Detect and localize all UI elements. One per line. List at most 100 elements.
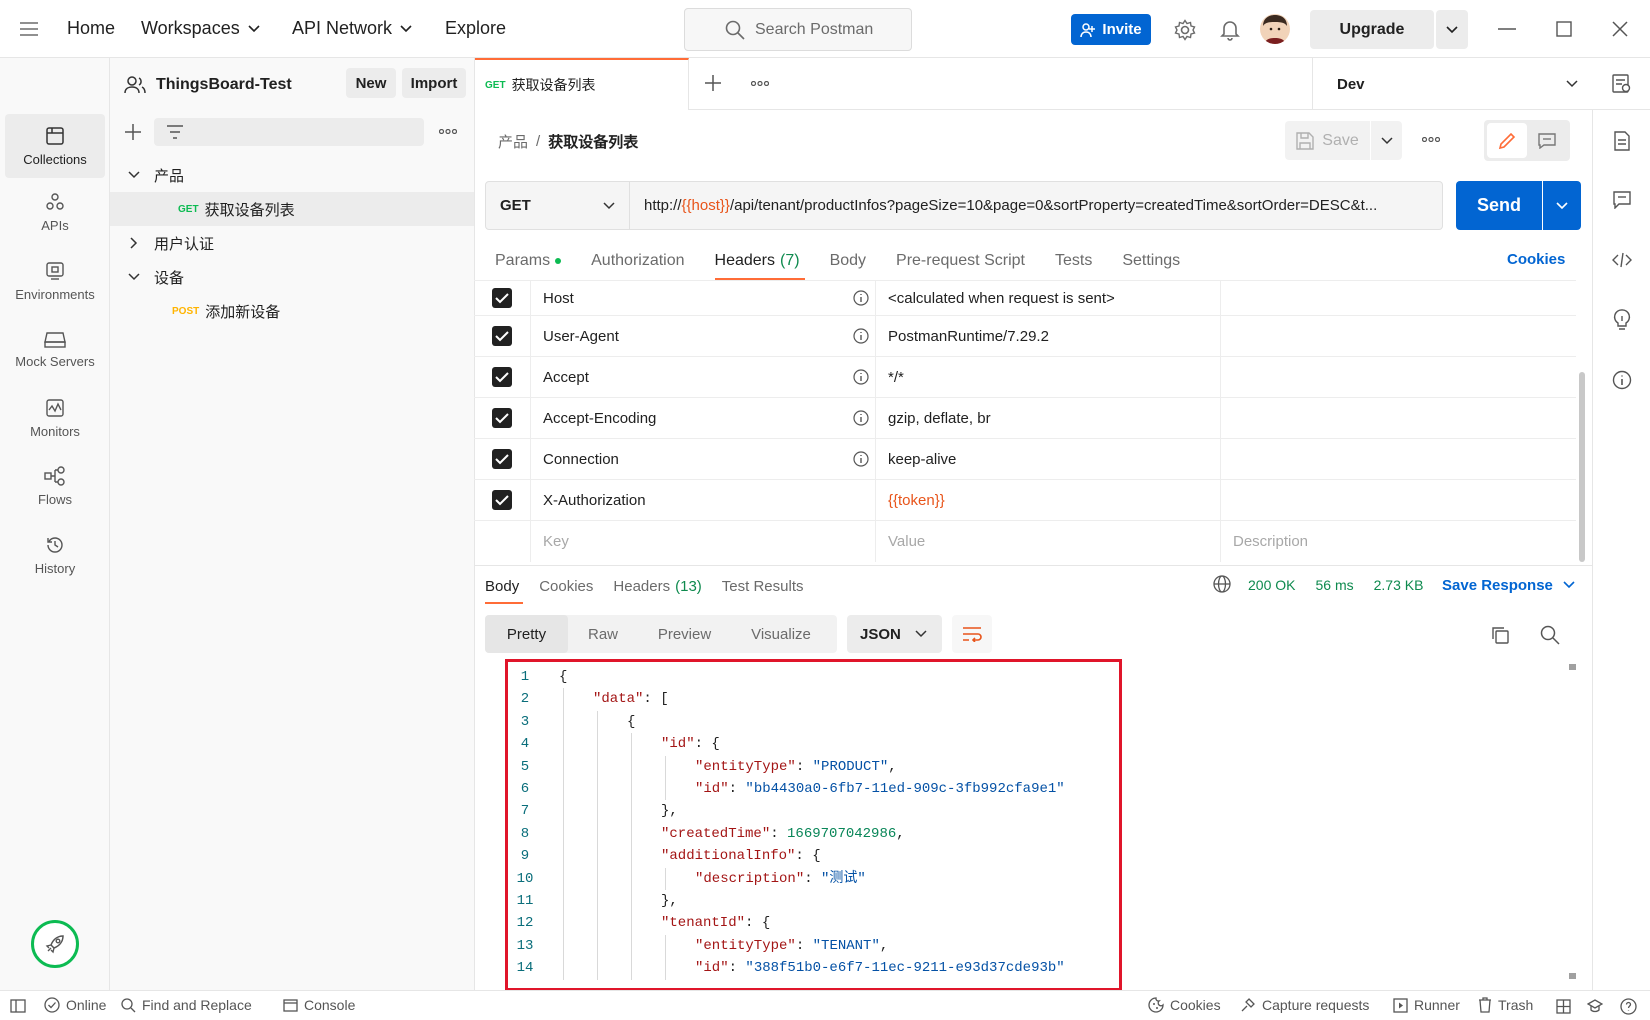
response-tab-headers[interactable]: Headers (13) [613, 578, 701, 595]
more-options-icon[interactable] [439, 129, 457, 134]
tree-folder-product[interactable]: 产品 [110, 158, 474, 192]
description-cell[interactable] [1220, 316, 1576, 356]
send-dropdown-button[interactable] [1543, 181, 1581, 230]
header-value[interactable]: gzip, deflate, br [888, 410, 991, 427]
header-value[interactable]: keep-alive [888, 451, 956, 468]
key-placeholder-cell[interactable]: Key [530, 521, 875, 562]
edit-mode-button[interactable] [1487, 123, 1527, 158]
header-value[interactable]: PostmanRuntime/7.29.2 [888, 328, 1049, 345]
checkbox[interactable] [492, 288, 512, 308]
description-cell[interactable] [1220, 281, 1576, 315]
value-placeholder-cell[interactable]: Value [875, 521, 1220, 562]
help-icon[interactable] [1620, 998, 1637, 1015]
header-key[interactable]: Host [543, 290, 574, 307]
close-window-icon[interactable] [1612, 21, 1628, 37]
new-button[interactable]: New [346, 68, 396, 98]
response-time[interactable]: 56 ms [1315, 577, 1353, 593]
comments-icon[interactable] [1613, 191, 1631, 209]
sidebar-item-history[interactable]: History [5, 523, 105, 587]
code-snippet-icon[interactable] [1612, 252, 1632, 268]
send-button[interactable]: Send [1456, 181, 1542, 230]
save-dropdown-button[interactable] [1371, 121, 1402, 160]
hamburger-menu-icon[interactable] [20, 22, 38, 36]
view-tab-raw[interactable]: Raw [568, 615, 638, 653]
url-input[interactable]: http:// {{host}} /api/tenant/productInfo… [630, 181, 1443, 230]
notifications-bell-icon[interactable] [1220, 19, 1240, 41]
header-value[interactable]: */* [888, 369, 904, 386]
trash-button[interactable]: Trash [1478, 997, 1533, 1013]
sidebar-item-monitors[interactable]: Monitors [5, 386, 105, 450]
request-tab-active[interactable]: GET 获取设备列表 [475, 58, 689, 110]
header-key[interactable]: Accept-Encoding [543, 410, 656, 427]
wrap-lines-button[interactable] [952, 615, 992, 653]
tab-tests[interactable]: Tests [1055, 252, 1092, 270]
checkbox[interactable] [492, 490, 512, 510]
sidebar-item-mock-servers[interactable]: Mock Servers [5, 317, 105, 381]
view-tab-visualize[interactable]: Visualize [731, 615, 831, 653]
avatar[interactable] [1260, 14, 1290, 44]
tree-request-add-device[interactable]: POST 添加新设备 [110, 294, 474, 328]
header-value-variable[interactable]: {{token}} [888, 492, 945, 509]
response-tab-cookies[interactable]: Cookies [539, 578, 593, 595]
import-button[interactable]: Import [402, 68, 466, 98]
sidebar-item-environments[interactable]: Environments [5, 249, 105, 313]
tree-folder-device[interactable]: 设备 [110, 260, 474, 294]
checkbox[interactable] [492, 367, 512, 387]
toggle-sidebar-icon[interactable] [10, 999, 26, 1013]
nav-workspaces[interactable]: Workspaces [141, 18, 260, 39]
format-selector[interactable]: JSON [847, 615, 942, 653]
environment-selector[interactable]: Dev [1312, 58, 1592, 110]
nav-explore[interactable]: Explore [445, 18, 506, 39]
sidebar-item-apis[interactable]: APIs [5, 180, 105, 244]
tree-folder-user-auth[interactable]: 用户认证 [110, 226, 474, 260]
tab-params[interactable]: Params [495, 252, 562, 270]
response-size[interactable]: 2.73 KB [1374, 577, 1424, 593]
search-input[interactable]: Search Postman [684, 8, 912, 51]
cookies-link[interactable]: Cookies [1507, 251, 1565, 268]
header-value[interactable]: <calculated when request is sent> [888, 290, 1115, 307]
nav-home[interactable]: Home [67, 18, 115, 39]
response-tab-test-results[interactable]: Test Results [722, 578, 804, 595]
lightbulb-icon[interactable] [1613, 309, 1631, 331]
description-cell[interactable] [1220, 480, 1576, 520]
status-code[interactable]: 200 OK [1248, 577, 1295, 593]
tab-more-icon[interactable] [751, 81, 769, 86]
view-tab-pretty[interactable]: Pretty [485, 615, 568, 653]
search-icon[interactable] [1540, 625, 1560, 645]
tab-pre-request-script[interactable]: Pre-request Script [896, 252, 1025, 270]
tab-settings[interactable]: Settings [1122, 252, 1180, 270]
copy-icon[interactable] [1490, 625, 1510, 645]
sidebar-item-flows[interactable]: Flows [5, 454, 105, 518]
comment-mode-button[interactable] [1527, 123, 1567, 158]
response-code-view[interactable]: 1{2 "data": [3{4 "id": {5 "entityType": "PR… [505, 666, 1580, 984]
description-cell[interactable] [1220, 357, 1576, 397]
header-key[interactable]: Connection [543, 451, 619, 468]
invite-button[interactable]: Invite [1071, 14, 1151, 45]
console-button[interactable]: Console [283, 997, 355, 1013]
nav-api-network[interactable]: API Network [292, 18, 412, 39]
checkbox[interactable] [492, 326, 512, 346]
description-cell[interactable] [1220, 439, 1576, 479]
info-icon[interactable] [1612, 370, 1632, 390]
find-replace-button[interactable]: Find and Replace [121, 997, 252, 1013]
layout-toggle-icon[interactable] [1556, 999, 1571, 1014]
tree-request-get-device-list[interactable]: GET 获取设备列表 [110, 192, 474, 226]
code-scroll-up-icon[interactable] [1569, 664, 1576, 670]
header-key[interactable]: X-Authorization [543, 492, 646, 509]
tab-authorization[interactable]: Authorization [591, 252, 684, 270]
response-tab-body[interactable]: Body [485, 578, 519, 595]
environment-quicklook-icon[interactable] [1612, 74, 1632, 94]
new-tab-icon[interactable] [705, 75, 721, 91]
code-scroll-down-icon[interactable] [1569, 973, 1576, 979]
launchpad-rocket-icon[interactable] [31, 920, 79, 968]
runner-button[interactable]: Runner [1393, 997, 1460, 1013]
settings-gear-icon[interactable] [1174, 19, 1196, 41]
online-status[interactable]: Online [44, 997, 106, 1013]
description-cell[interactable] [1220, 398, 1576, 438]
save-response-button[interactable]: Save Response [1442, 575, 1575, 595]
header-key[interactable]: User-Agent [543, 328, 619, 345]
bootcamp-icon[interactable] [1587, 999, 1603, 1014]
sidebar-item-collections[interactable]: Collections [5, 114, 105, 178]
view-tab-preview[interactable]: Preview [638, 615, 731, 653]
checkbox[interactable] [492, 449, 512, 469]
